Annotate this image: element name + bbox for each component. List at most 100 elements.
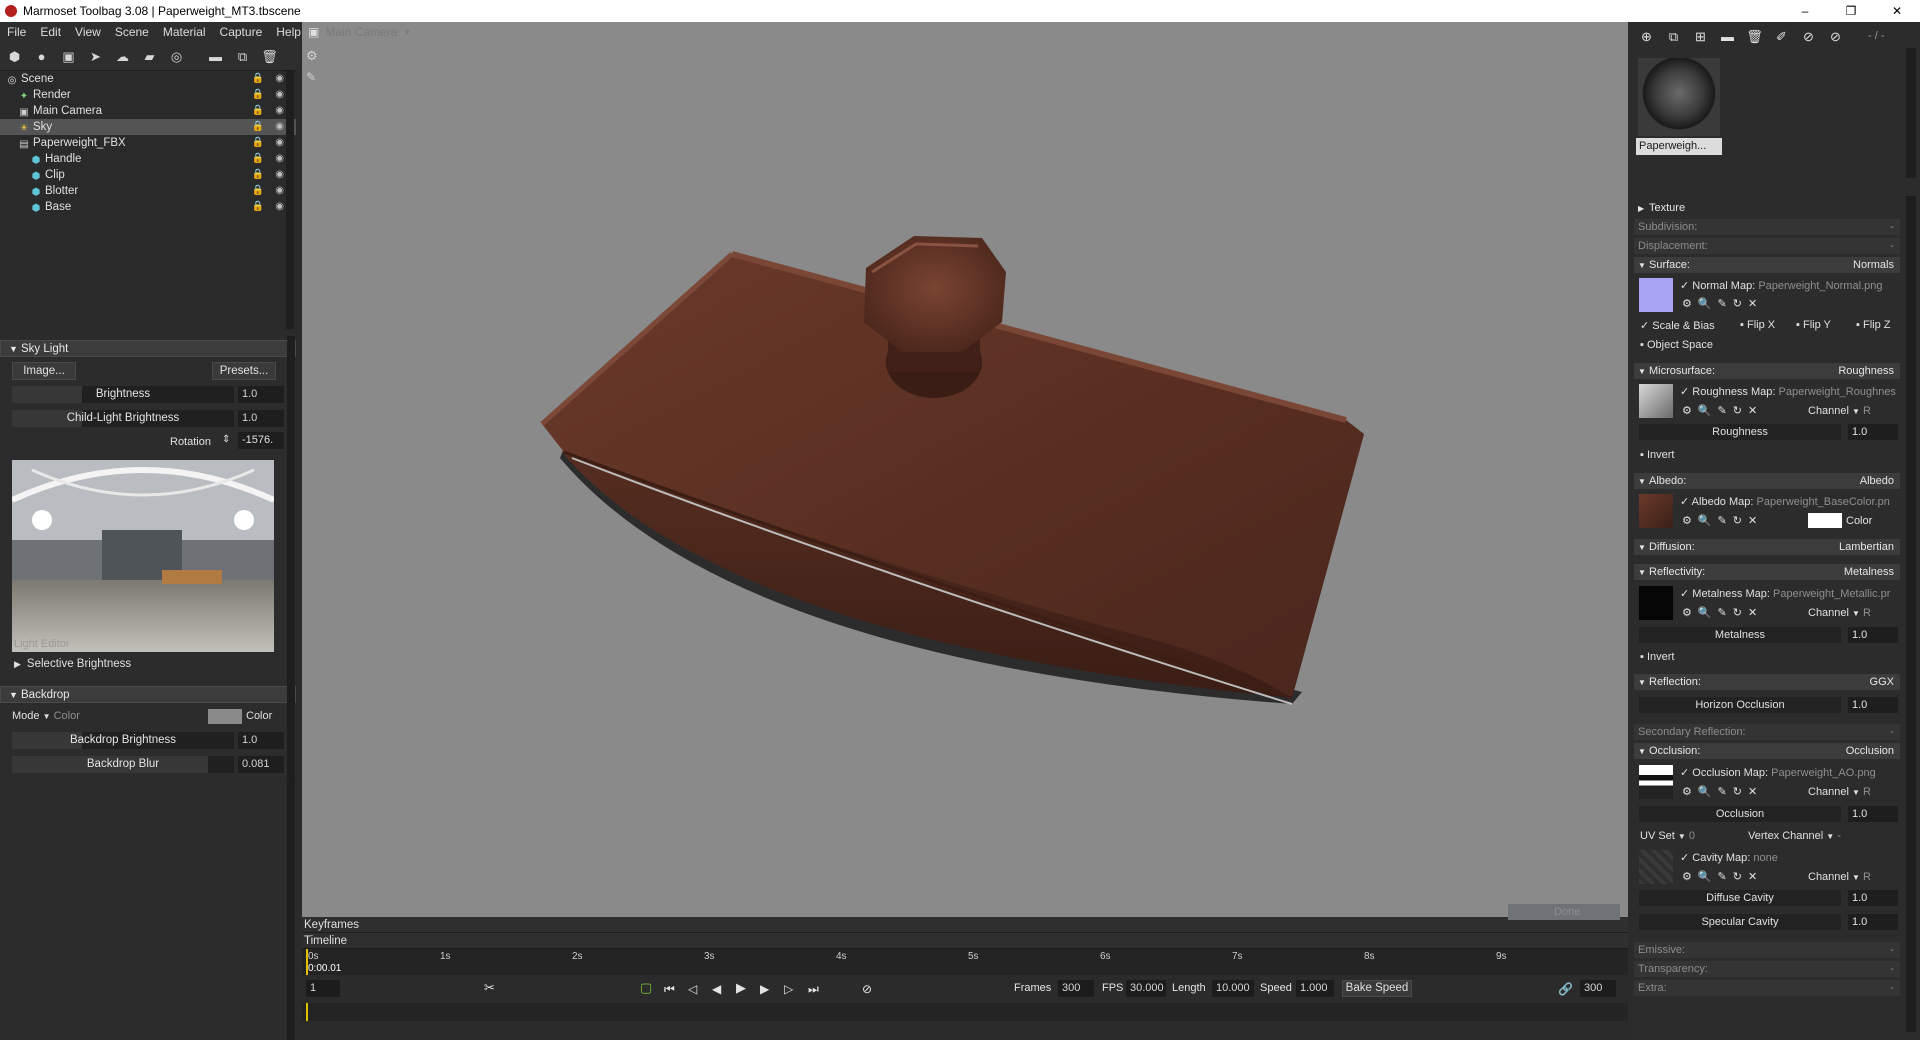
paperweight-model[interactable] <box>302 22 1628 922</box>
menu-edit[interactable]: Edit <box>33 25 68 39</box>
link-icon[interactable]: 🔗 <box>1558 982 1573 996</box>
normal-map-thumbnail[interactable] <box>1639 278 1673 312</box>
3d-viewport[interactable] <box>302 22 1628 922</box>
skip-start-icon[interactable]: ⏮ <box>664 982 675 997</box>
skip-end-icon[interactable]: ⏭ <box>808 982 819 997</box>
subdivision-section[interactable]: Subdivision: - <box>1634 219 1900 235</box>
pick-material-icon[interactable]: ✐ <box>1773 28 1790 45</box>
occlusion-channel-dropdown[interactable]: Channel ▼ R <box>1808 786 1871 798</box>
transparency-section[interactable]: Transparency: - <box>1634 961 1900 977</box>
albedo-map-row[interactable]: ✓ Albedo Map: Paperweight_BaseColor.pn <box>1680 495 1890 508</box>
step-forward-icon[interactable]: ▷ <box>784 982 793 996</box>
map-tool-icons[interactable]: ⚙🔍✎↻✕ <box>1682 785 1763 799</box>
dropdown-arrow-icon[interactable]: ▼ <box>403 28 411 37</box>
lock-icon[interactable]: 🔒 <box>252 71 264 87</box>
child-light-brightness-value[interactable]: 1.0 <box>238 410 284 427</box>
lock-icon[interactable]: 🔒 <box>252 199 264 215</box>
visibility-eye-icon[interactable]: ◉ <box>275 135 284 151</box>
map-tool-icons[interactable]: ⚙🔍✎↻✕ <box>1682 870 1763 884</box>
step-back-icon[interactable]: ◁ <box>688 982 697 996</box>
camera-selector[interactable]: Main Camera <box>325 25 397 39</box>
viewport-brush-icon[interactable]: ✎ <box>306 70 316 84</box>
extra-section[interactable]: Extra: - <box>1634 980 1900 996</box>
brightness-value[interactable]: 1.0 <box>238 386 284 403</box>
albedo-map-thumbnail[interactable] <box>1639 494 1673 528</box>
visibility-eye-icon[interactable]: ◉ <box>275 87 284 103</box>
mode-dropdown[interactable]: Mode ▼ Color <box>12 710 80 722</box>
selective-brightness-toggle[interactable]: ▶ Selective Brightness <box>14 658 131 670</box>
add-audio-icon[interactable]: ◎ <box>168 48 185 65</box>
object-space-checkbox[interactable]: ▪ Object Space <box>1640 339 1713 351</box>
texture-section[interactable]: ▶ Texture <box>1634 200 1900 216</box>
brightness-slider[interactable]: Brightness 1.0 <box>0 382 296 406</box>
uv-set-dropdown[interactable]: UV Set ▼ 0 <box>1640 830 1695 842</box>
vertex-channel-dropdown[interactable]: Vertex Channel ▼ - <box>1748 830 1841 842</box>
backdrop-header[interactable]: ▼ Backdrop <box>0 686 296 703</box>
duplicate-icon[interactable]: ⧉ <box>234 48 251 65</box>
delete-icon[interactable]: 🗑 <box>261 48 278 65</box>
outliner-item-paperweight-fbx[interactable]: ▤ Paperweight_FBX 🔒 ◉ <box>0 135 296 151</box>
restore-button[interactable]: ❐ <box>1828 4 1874 18</box>
timeline-settings-icon[interactable]: ⊘ <box>862 982 872 996</box>
occlusion-map-thumbnail[interactable] <box>1639 765 1673 799</box>
timeline-ruler[interactable]: 0:00.01 0s 1s 2s 3s 4s 5s 6s 7s 8s 9s <box>302 949 1628 975</box>
metalness-map-row[interactable]: ✓ Metalness Map: Paperweight_Metallic.pr <box>1680 587 1890 600</box>
material-options-icon[interactable]: ⊘ <box>1827 28 1844 45</box>
add-material-icon[interactable]: ⊕ <box>1638 28 1655 45</box>
fps-value[interactable]: 30.000 <box>1126 980 1166 997</box>
visibility-eye-icon[interactable]: ◉ <box>275 103 284 119</box>
backdrop-blur-value[interactable]: 0.081 <box>238 756 284 773</box>
surface-section[interactable]: ▼ Surface: Normals <box>1634 257 1900 273</box>
minimize-button[interactable]: – <box>1782 4 1828 18</box>
end-frame-value[interactable]: 300 <box>1580 980 1616 997</box>
backdrop-brightness-value[interactable]: 1.0 <box>238 732 284 749</box>
lock-icon[interactable]: 🔒 <box>252 119 264 135</box>
flip-z-checkbox[interactable]: ▪ Flip Z <box>1856 319 1890 331</box>
outliner-item-clip[interactable]: ⬢ Clip 🔒 ◉ <box>0 167 296 183</box>
material-name[interactable]: Paperweigh... <box>1636 138 1722 155</box>
scissors-icon[interactable]: ✂ <box>484 980 495 996</box>
duplicate-material-icon[interactable]: ⧉ <box>1665 28 1682 45</box>
specular-cavity-value[interactable]: 1.0 <box>1848 914 1898 930</box>
outliner-item-handle[interactable]: ⬢ Handle 🔒 ◉ <box>0 151 296 167</box>
metalness-map-thumbnail[interactable] <box>1639 586 1673 620</box>
outliner-item-scene[interactable]: ◎ Scene 🔒 ◉ <box>0 71 296 87</box>
add-fog-icon[interactable]: ▰ <box>141 48 158 65</box>
child-light-brightness-slider[interactable]: Child-Light Brightness 1.0 <box>0 406 296 430</box>
map-tool-icons[interactable]: ⚙🔍✎↻✕ <box>1682 606 1763 620</box>
metalness-invert-checkbox[interactable]: ▪ Invert <box>1640 651 1674 663</box>
diffusion-section[interactable]: ▼ Diffusion: Lambertian <box>1634 539 1900 555</box>
prev-frame-icon[interactable]: ◀ <box>712 982 721 996</box>
secondary-reflection-section[interactable]: Secondary Reflection: - <box>1634 724 1900 740</box>
map-tool-icons[interactable]: ⚙🔍✎↻✕ <box>1682 297 1763 311</box>
diffuse-cavity-value[interactable]: 1.0 <box>1848 890 1898 906</box>
reflectivity-section[interactable]: ▼ Reflectivity: Metalness <box>1634 564 1900 580</box>
menu-view[interactable]: View <box>68 25 108 39</box>
microsurface-section[interactable]: ▼ Microsurface: Roughness <box>1634 363 1900 379</box>
lock-icon[interactable]: 🔒 <box>252 135 264 151</box>
reflection-section[interactable]: ▼ Reflection: GGX <box>1634 674 1900 690</box>
outliner-item-base[interactable]: ⬢ Base 🔒 ◉ <box>0 199 296 215</box>
occlusion-section[interactable]: ▼ Occlusion: Occlusion <box>1634 743 1900 759</box>
visibility-eye-icon[interactable]: ◉ <box>275 151 284 167</box>
lock-icon[interactable]: 🔒 <box>252 87 264 103</box>
outliner-item-blotter[interactable]: ⬢ Blotter 🔒 ◉ <box>0 183 296 199</box>
cavity-map-thumbnail[interactable] <box>1639 850 1673 884</box>
visibility-eye-icon[interactable]: ◉ <box>275 167 284 183</box>
visibility-eye-icon[interactable]: ◉ <box>275 183 284 199</box>
visibility-eye-icon[interactable]: ◉ <box>275 199 284 215</box>
bake-speed-button[interactable]: Bake Speed <box>1342 980 1412 997</box>
speed-value[interactable]: 1.000 <box>1296 980 1334 997</box>
normal-map-row[interactable]: ✓ Normal Map: Paperweight_Normal.png <box>1680 279 1882 292</box>
menu-file[interactable]: File <box>0 25 33 39</box>
sky-light-header[interactable]: ▼ Sky Light <box>0 340 296 357</box>
material-thumbnail[interactable] <box>1638 58 1720 136</box>
close-button[interactable]: ✕ <box>1874 4 1920 18</box>
rotation-value[interactable]: -1576. <box>238 432 284 449</box>
cavity-map-row[interactable]: ✓ Cavity Map: none <box>1680 851 1778 864</box>
occlusion-value[interactable]: 1.0 <box>1848 806 1898 822</box>
rotation-spinner-icon[interactable]: ⇕ <box>222 434 230 445</box>
metalness-channel-dropdown[interactable]: Channel ▼ R <box>1808 607 1871 619</box>
roughness-map-thumbnail[interactable] <box>1639 384 1673 418</box>
albedo-color-swatch[interactable] <box>1808 513 1842 528</box>
